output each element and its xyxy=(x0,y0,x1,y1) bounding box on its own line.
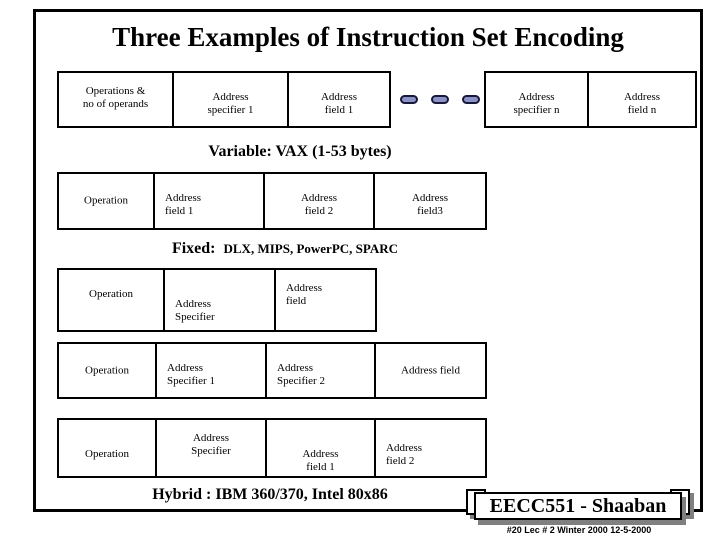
encoding-box[interactable]: Address field 2 xyxy=(374,418,487,478)
encoding-box-text: Address Specifier xyxy=(191,432,231,457)
capsule-dot-icon xyxy=(462,95,480,104)
encoding-box-text: Address field 1 xyxy=(165,192,202,217)
encoding-row-variable-right: Address specifier n Address field n xyxy=(484,71,697,128)
encoding-box[interactable]: Operation xyxy=(57,268,165,332)
footer-meta: #20 Lec # 2 Winter 2000 12-5-2000 xyxy=(506,525,652,535)
encoding-row-fixed: Operation Address field 1 Address field 2 … xyxy=(57,172,487,230)
encoding-box-text: Address field 2 xyxy=(300,192,338,217)
encoding-box[interactable]: Address field 1 xyxy=(265,418,376,478)
encoding-box[interactable]: Address field n xyxy=(587,71,697,128)
encoding-box[interactable]: Address field xyxy=(374,342,487,399)
encoding-box-text: Address field n xyxy=(623,91,661,116)
encoding-box[interactable]: Address Specifier xyxy=(155,418,267,478)
encoding-box-text: Operation xyxy=(84,194,128,207)
ellipsis-capsule-group xyxy=(398,71,482,128)
encoding-box-text: Operations & no of operands xyxy=(82,85,149,110)
encoding-box[interactable]: Address field 1 xyxy=(287,71,391,128)
encoding-box[interactable]: Address Specifier 1 xyxy=(155,342,267,399)
capsule-dot-icon xyxy=(431,95,449,104)
encoding-box-text: Operation xyxy=(85,448,129,460)
encoding-box-text: Address specifier 1 xyxy=(207,91,254,116)
encoding-box[interactable]: Operation xyxy=(57,172,155,230)
encoding-box[interactable]: Address specifier 1 xyxy=(172,71,289,128)
encoding-row-variable-left: Operations & no of operands Address specif… xyxy=(57,71,391,128)
encoding-box-text: Address specifier n xyxy=(513,91,560,116)
encoding-box[interactable]: Address field 1 xyxy=(153,172,265,230)
encoding-row-hybrid-c: Operation Address Specifier Address field … xyxy=(57,418,487,478)
encoding-box[interactable]: Address field3 xyxy=(373,172,487,230)
encoding-box-text: Address field 2 xyxy=(386,442,423,467)
caption-fixed-archs: DLX, MIPS, PowerPC, SPARC xyxy=(223,241,399,256)
encoding-box[interactable]: Operation xyxy=(57,418,157,478)
encoding-box[interactable]: Address field 2 xyxy=(263,172,375,230)
course-badge-label: EECC551 - Shaaban xyxy=(474,492,682,520)
caption-variable: Variable: VAX (1-53 bytes) xyxy=(208,143,392,160)
encoding-box[interactable]: Operation xyxy=(57,342,157,399)
encoding-box-text: Operation xyxy=(89,288,133,300)
encoding-row-hybrid-b: Operation Address Specifier 1 Address Spec… xyxy=(57,342,487,399)
encoding-box-text: Address field 1 xyxy=(302,448,339,473)
encoding-box[interactable]: Address specifier n xyxy=(484,71,589,128)
encoding-box-text: Address field3 xyxy=(411,192,449,217)
encoding-box-text: Address Specifier xyxy=(175,298,215,323)
page-title: Three Examples of Instruction Set Encodi… xyxy=(112,22,624,52)
encoding-box[interactable]: Address Specifier xyxy=(163,268,276,332)
encoding-box[interactable]: Operations & no of operands xyxy=(57,71,174,128)
encoding-box-text: Address field 1 xyxy=(320,91,358,116)
encoding-box-text: Address Specifier 1 xyxy=(167,362,215,387)
encoding-box-text: Operation xyxy=(85,364,129,376)
encoding-box[interactable]: Address Specifier 2 xyxy=(265,342,376,399)
caption-fixed-label: Fixed: xyxy=(171,240,216,257)
encoding-row-hybrid-a: Operation Address Specifier Address field xyxy=(57,268,377,332)
encoding-box-text: Address field xyxy=(401,364,460,376)
encoding-box-text: Address field xyxy=(286,282,323,307)
encoding-box-text: Address Specifier 2 xyxy=(277,362,325,387)
footer-badge: EECC551 - Shaaban #20 Lec # 2 Winter 200… xyxy=(466,487,698,539)
encoding-box[interactable]: Address field xyxy=(274,268,377,332)
caption-fixed: Fixed: DLX, MIPS, PowerPC, SPARC xyxy=(0,240,720,258)
capsule-dot-icon xyxy=(400,95,418,104)
